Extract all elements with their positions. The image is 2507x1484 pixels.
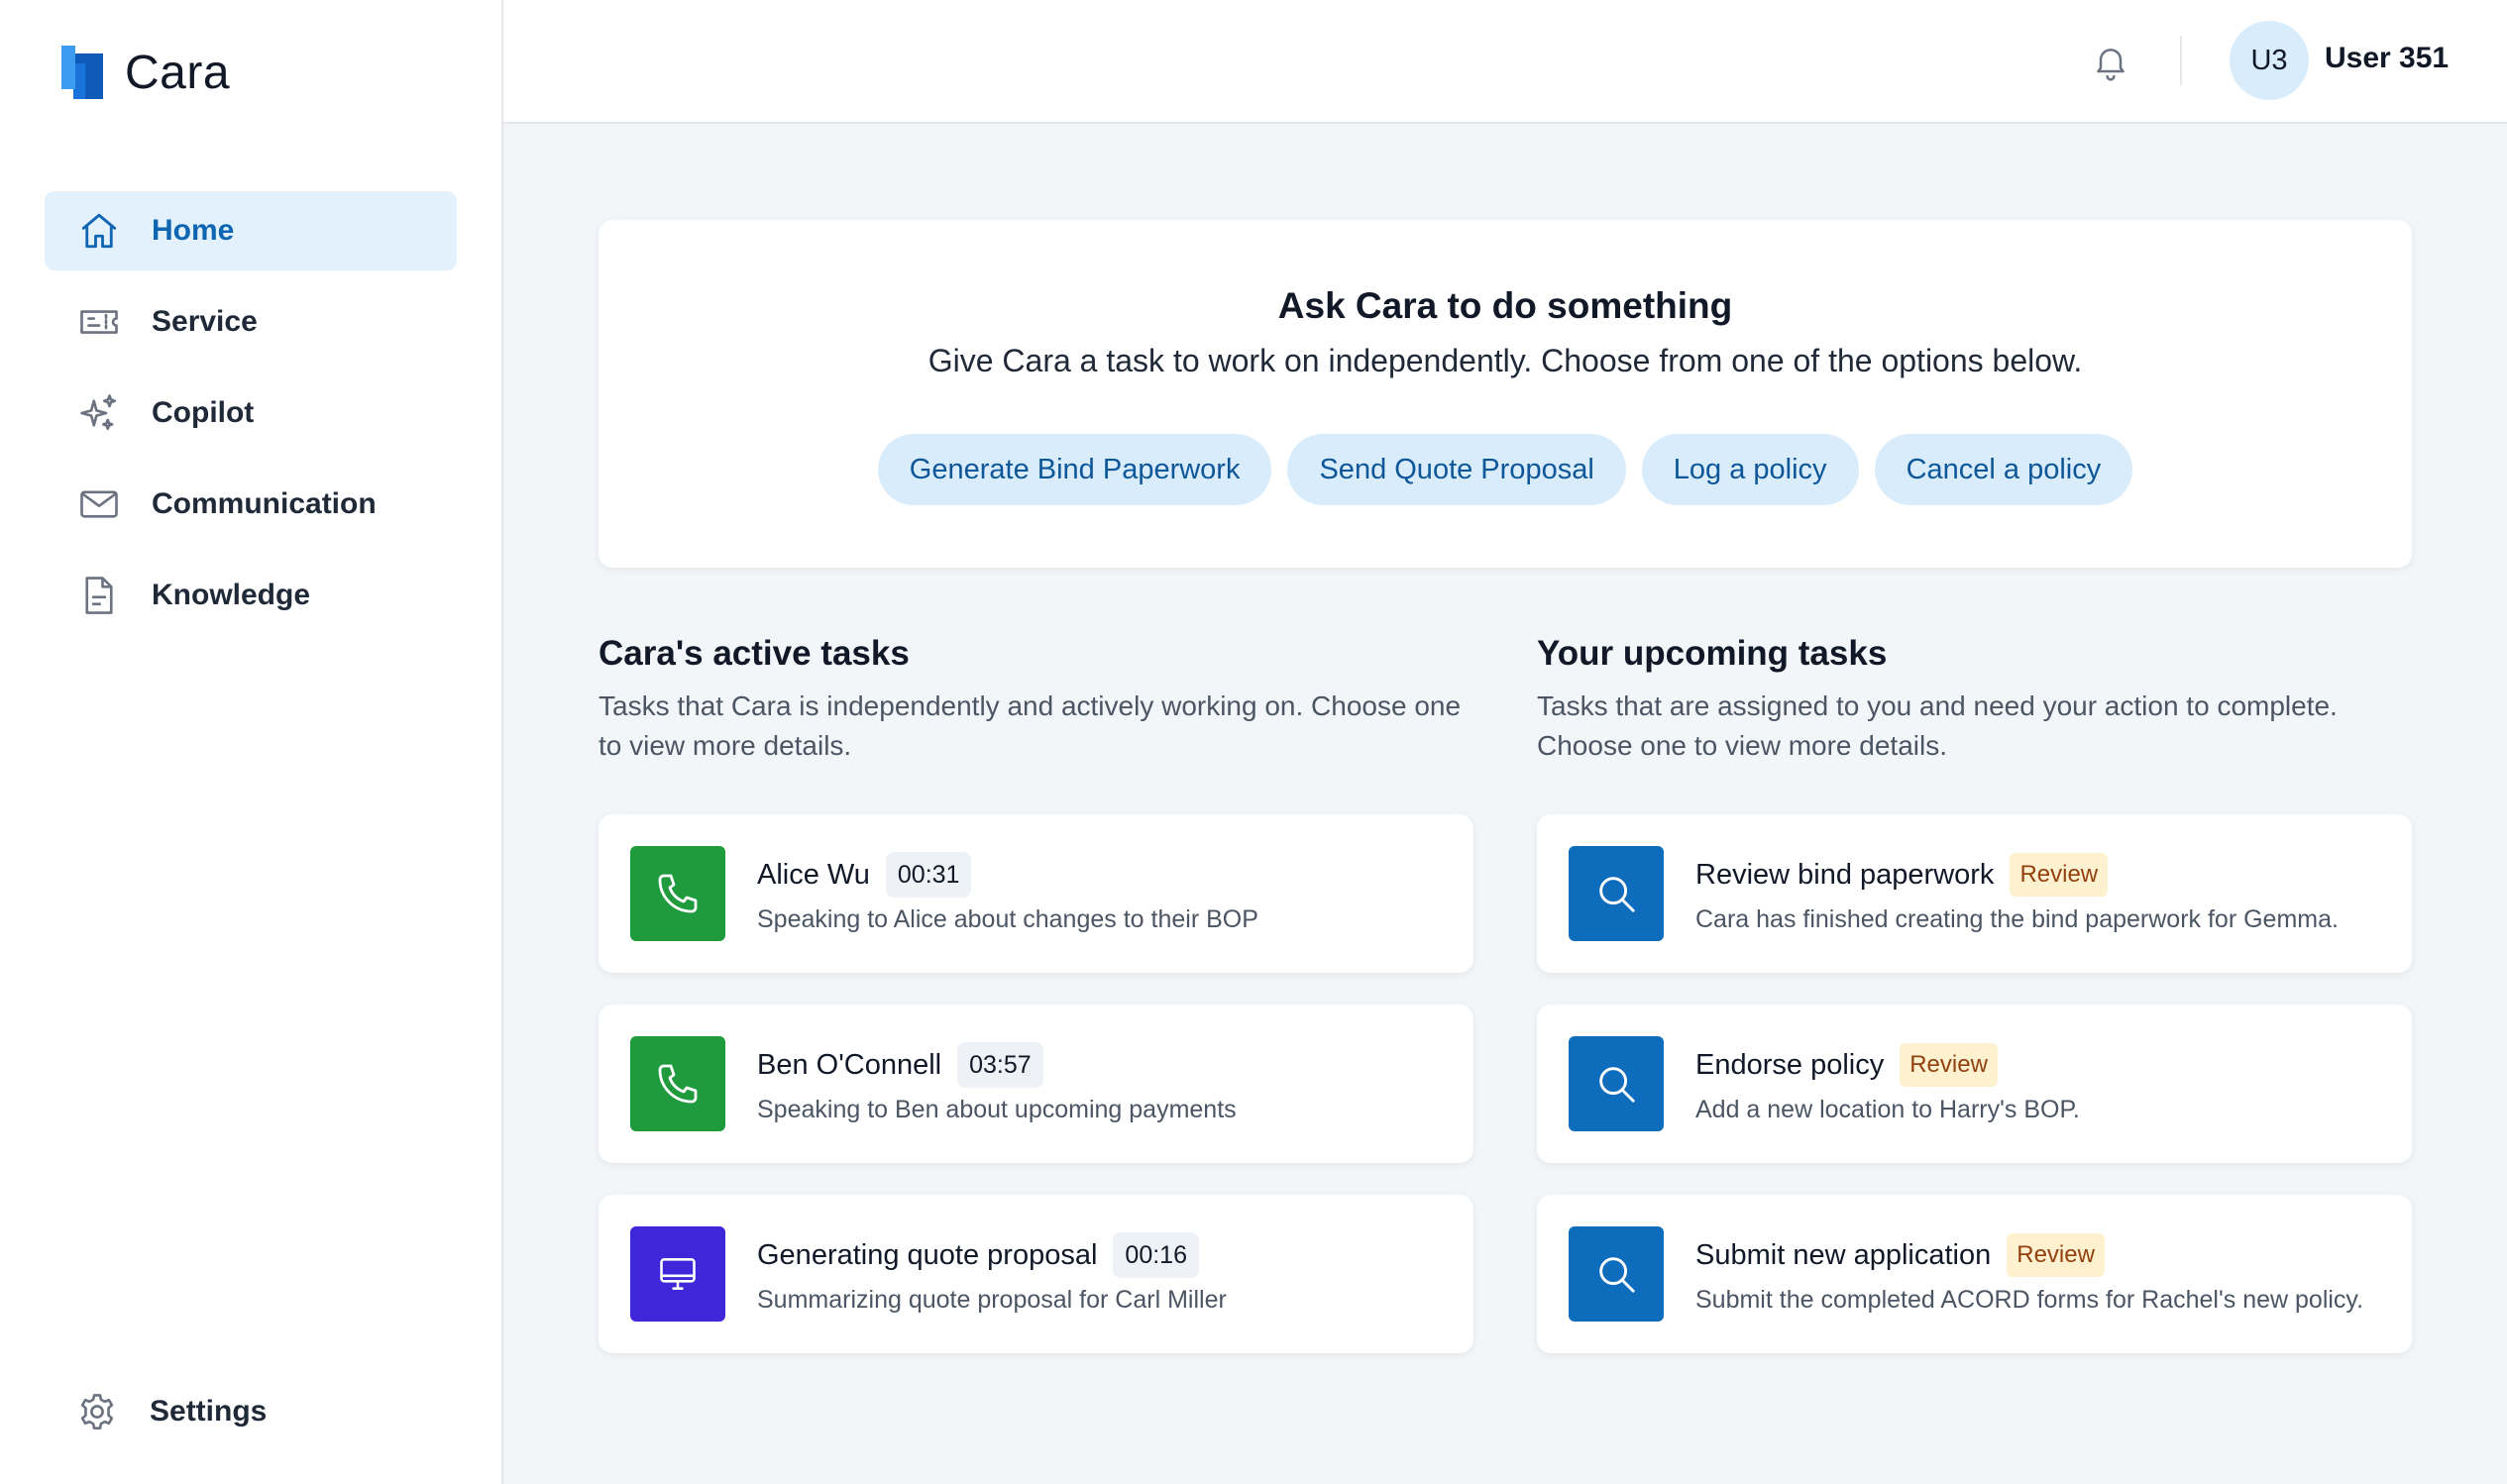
status-badge: Review <box>2010 853 2109 897</box>
task-description: Speaking to Ben about upcoming payments <box>757 1096 1237 1123</box>
task-title-row: Submit new application Review <box>1695 1230 2105 1280</box>
task-timer: 00:16 <box>1113 1232 1199 1278</box>
divider <box>2180 36 2182 85</box>
task-title-row: Ben O'Connell 03:57 <box>757 1040 1043 1090</box>
app-logo[interactable]: Cara <box>59 44 230 101</box>
sidebar-item-label: Service <box>152 305 258 338</box>
sidebar-item-service[interactable]: Service <box>45 282 457 362</box>
task-description: Submit the completed ACORD forms for Rac… <box>1695 1286 2364 1314</box>
sidebar-nav: Home Service Copilot Communication Knowl… <box>45 191 457 647</box>
send-quote-proposal-button[interactable]: Send Quote Proposal <box>1287 434 1626 505</box>
avatar[interactable]: U3 <box>2230 21 2309 100</box>
sidebar-item-label: Communication <box>152 487 377 520</box>
task-title: Ben O'Connell <box>757 1048 942 1081</box>
upcoming-task-card[interactable]: Review bind paperwork Review Cara has fi… <box>1537 814 2412 973</box>
sidebar-item-label: Home <box>152 214 235 247</box>
task-description: Cara has finished creating the bind pape… <box>1695 905 2339 933</box>
ask-cara-title: Ask Cara to do something <box>1277 285 1733 326</box>
task-title: Endorse policy <box>1695 1048 1885 1081</box>
search-icon <box>1569 1036 1664 1131</box>
sidebar-item-label: Knowledge <box>152 579 311 611</box>
app-name: Cara <box>125 46 231 99</box>
ask-cara-card: Ask Cara to do something Give Cara a tas… <box>599 220 2412 568</box>
sidebar-item-label: Copilot <box>152 396 255 429</box>
sidebar-item-knowledge[interactable]: Knowledge <box>45 556 457 635</box>
task-description: Speaking to Alice about changes to their… <box>757 905 1258 933</box>
ask-cara-actions: Generate Bind Paperwork Send Quote Propo… <box>599 434 2412 505</box>
search-icon <box>1569 846 1664 941</box>
sidebar-item-home[interactable]: Home <box>45 191 457 270</box>
task-description: Add a new location to Harry's BOP. <box>1695 1096 2080 1123</box>
generate-bind-paperwork-button[interactable]: Generate Bind Paperwork <box>877 434 1272 505</box>
ticket-icon <box>78 301 120 343</box>
sidebar-item-copilot[interactable]: Copilot <box>45 373 457 453</box>
log-policy-button[interactable]: Log a policy <box>1641 434 1859 505</box>
envelope-icon <box>78 483 120 525</box>
home-icon <box>78 210 120 252</box>
active-tasks-title: Cara's active tasks <box>599 634 910 673</box>
task-title: Generating quote proposal <box>757 1238 1098 1271</box>
active-task-card[interactable]: Generating quote proposal 00:16 Summariz… <box>599 1195 1473 1353</box>
task-timer: 00:31 <box>885 852 972 898</box>
phone-icon <box>630 1036 725 1131</box>
sidebar: Cara Home Service Copilot Communication … <box>0 0 503 1484</box>
task-title: Submit new application <box>1695 1238 1992 1271</box>
active-task-card[interactable]: Ben O'Connell 03:57 Speaking to Ben abou… <box>599 1005 1473 1163</box>
upcoming-task-card[interactable]: Submit new application Review Submit the… <box>1537 1195 2412 1353</box>
task-title-row: Review bind paperwork Review <box>1695 850 2109 900</box>
task-description: Summarizing quote proposal for Carl Mill… <box>757 1286 1227 1314</box>
username[interactable]: User 351 <box>2325 42 2449 75</box>
top-bar: U3 User 351 <box>503 0 2507 124</box>
active-tasks-description: Tasks that Cara is independently and act… <box>599 690 1462 761</box>
status-badge: Review <box>1900 1043 1998 1087</box>
bell-icon[interactable] <box>2087 38 2134 85</box>
sidebar-item-communication[interactable]: Communication <box>45 465 457 544</box>
task-title-row: Generating quote proposal 00:16 <box>757 1230 1199 1280</box>
gear-icon <box>76 1391 118 1432</box>
settings-label: Settings <box>150 1395 268 1428</box>
cancel-policy-button[interactable]: Cancel a policy <box>1874 434 2133 505</box>
search-icon <box>1569 1226 1664 1322</box>
task-title-row: Alice Wu 00:31 <box>757 850 972 900</box>
task-title-row: Endorse policy Review <box>1695 1040 1998 1090</box>
cara-logo-icon <box>59 44 107 101</box>
task-title: Alice Wu <box>757 858 870 891</box>
sidebar-item-settings[interactable]: Settings <box>45 1372 457 1451</box>
upcoming-task-card[interactable]: Endorse policy Review Add a new location… <box>1537 1005 2412 1163</box>
monitor-icon <box>630 1226 725 1322</box>
upcoming-tasks-description: Tasks that are assigned to you and need … <box>1537 690 2338 761</box>
task-timer: 03:57 <box>957 1042 1043 1088</box>
status-badge: Review <box>2007 1233 2105 1277</box>
ask-cara-subtitle: Give Cara a task to work on independentl… <box>927 343 2083 378</box>
task-title: Review bind paperwork <box>1695 858 1995 891</box>
phone-icon <box>630 846 725 941</box>
upcoming-tasks-title: Your upcoming tasks <box>1537 634 1888 673</box>
document-icon <box>78 575 120 616</box>
active-task-card[interactable]: Alice Wu 00:31 Speaking to Alice about c… <box>599 814 1473 973</box>
sparkles-icon <box>78 392 120 434</box>
